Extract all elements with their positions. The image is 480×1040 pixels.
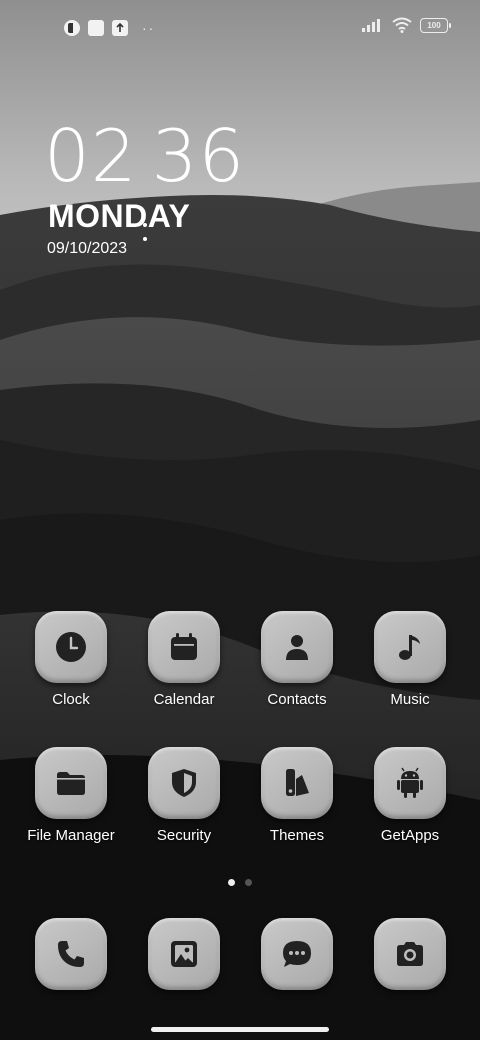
- app-tile[interactable]: [35, 918, 107, 990]
- app-label: Contacts: [267, 691, 327, 708]
- calendar-icon: [171, 633, 197, 660]
- home-gesture-bar[interactable]: [151, 1027, 329, 1032]
- signal-icon: [362, 19, 380, 32]
- app-label: Security: [156, 827, 212, 844]
- app-label: GetApps: [380, 827, 440, 844]
- upload-icon: [112, 20, 128, 36]
- notification-app-icon: [64, 20, 80, 36]
- app-tile[interactable]: [35, 747, 107, 819]
- app-calendar[interactable]: Calendar: [134, 611, 234, 708]
- gallery-icon: [171, 941, 197, 967]
- battery-icon: 100: [420, 17, 451, 33]
- dock-gallery[interactable]: [134, 918, 234, 990]
- folder-icon: [57, 772, 85, 795]
- dock-messages[interactable]: [247, 918, 347, 990]
- app-music[interactable]: Music: [360, 611, 460, 708]
- clock-day: MONDAY: [48, 198, 191, 234]
- android-icon: [397, 767, 423, 798]
- more-notifications-indicator: ··: [142, 20, 156, 36]
- app-label: Calendar: [153, 691, 215, 708]
- app-label: File Manager: [27, 827, 115, 844]
- app-tile[interactable]: [148, 747, 220, 819]
- app-tile[interactable]: [35, 611, 107, 683]
- dock-phone[interactable]: [21, 918, 121, 990]
- status-bar-left: ··: [64, 18, 155, 38]
- app-label: Clock: [52, 691, 90, 708]
- status-bar-right: 100: [362, 17, 451, 33]
- page-indicator: [228, 879, 252, 886]
- app-tile[interactable]: [374, 918, 446, 990]
- notification-square-icon: [88, 20, 104, 36]
- contacts-icon: [286, 635, 308, 660]
- app-clock[interactable]: Clock: [21, 611, 121, 708]
- clock-icon: [56, 632, 86, 662]
- app-label: Themes: [269, 827, 325, 844]
- app-tile[interactable]: [148, 918, 220, 990]
- clock-time[interactable]: 02 36: [44, 114, 246, 241]
- app-security[interactable]: Security: [134, 747, 234, 844]
- messages-icon: [283, 941, 311, 967]
- app-tile[interactable]: [261, 747, 333, 819]
- themes-icon: [286, 769, 309, 796]
- wifi-icon: [392, 17, 412, 33]
- clock-date[interactable]: 09/10/2023: [47, 240, 127, 258]
- app-label: Music: [390, 691, 430, 708]
- app-tile[interactable]: [261, 918, 333, 990]
- phone-icon: [58, 941, 84, 967]
- music-note-icon: [399, 635, 420, 660]
- app-contacts[interactable]: Contacts: [247, 611, 347, 708]
- app-tile[interactable]: [374, 747, 446, 819]
- page-dot-active[interactable]: [228, 879, 235, 886]
- shield-icon: [172, 769, 196, 797]
- app-getapps[interactable]: GetApps: [360, 747, 460, 844]
- clock-hours: 02: [44, 114, 138, 198]
- camera-icon: [397, 942, 423, 966]
- app-tile[interactable]: [261, 611, 333, 683]
- battery-level: 100: [427, 20, 441, 30]
- app-tile[interactable]: [148, 611, 220, 683]
- app-file-manager[interactable]: File Manager: [21, 747, 121, 844]
- clock-minutes: 36: [151, 114, 246, 198]
- app-themes[interactable]: Themes: [247, 747, 347, 844]
- app-tile[interactable]: [374, 611, 446, 683]
- dock-camera[interactable]: [360, 918, 460, 990]
- page-dot[interactable]: [245, 879, 252, 886]
